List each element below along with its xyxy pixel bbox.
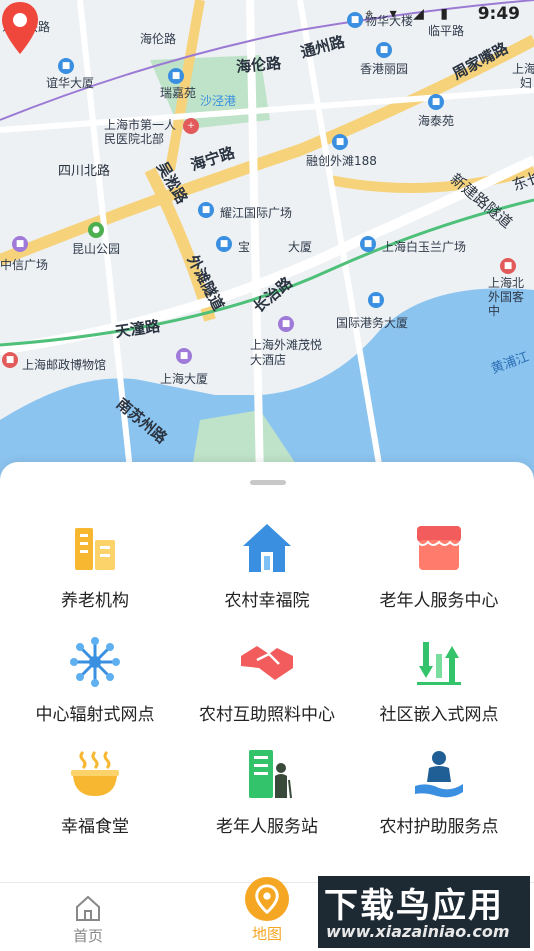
tab-home[interactable]: 首页	[43, 883, 133, 951]
poi-pin-icon[interactable]: ■	[198, 202, 214, 218]
service-label: 中心辐射式网点	[35, 705, 155, 725]
service-happiness-canteen[interactable]: 幸福食堂	[6, 746, 184, 846]
sheet-handle[interactable]	[250, 480, 286, 485]
park-icon[interactable]: ●	[88, 222, 104, 238]
tab-label: 首页	[72, 927, 103, 945]
poi-label: 中信广场	[0, 258, 49, 272]
service-label: 社区嵌入式网点	[379, 705, 499, 725]
building-icon	[75, 528, 115, 570]
hotel-icon[interactable]: ■	[176, 348, 192, 364]
poi-label: 物华大楼	[365, 14, 414, 28]
service-label: 农村幸福院	[224, 591, 310, 611]
poi-label: 瑞嘉苑	[160, 86, 197, 100]
location-marker-icon[interactable]	[0, 0, 40, 56]
hospital-icon[interactable]: +	[183, 118, 199, 134]
house-icon	[243, 524, 291, 572]
tab-label: 地图	[251, 925, 282, 943]
service-rural-happiness-home[interactable]: 农村幸福院	[178, 520, 356, 620]
poi-pin-icon[interactable]: ■	[500, 258, 516, 274]
poi-label: 融创外滩188	[306, 154, 377, 168]
poi-label: 上海北外国客中	[488, 276, 525, 318]
poi-pin-icon[interactable]: ■	[368, 292, 384, 308]
poi-pin-icon[interactable]: ■	[347, 12, 363, 28]
poi-pin-icon[interactable]: ■	[168, 68, 184, 84]
service-senior-center[interactable]: 老年人服务中心	[350, 520, 528, 620]
poi-pin-icon[interactable]: ■	[216, 236, 232, 252]
poi-label: 上海外滩茂悦大酒店	[250, 338, 323, 367]
service-label: 老年人服务中心	[379, 591, 499, 611]
service-label: 农村互助照料中心	[199, 705, 335, 725]
watermark-url: www.xiazainiao.com	[326, 922, 510, 941]
service-elderly-institution[interactable]: 养老机构	[6, 520, 184, 620]
poi-label: 国际港务大厦	[336, 316, 409, 330]
poi-label: 上海市第一人民医院北部	[104, 118, 177, 146]
poi-label: 临平路	[428, 24, 465, 38]
service-rural-care-point[interactable]: 农村护助服务点	[350, 746, 528, 846]
road-label: 四川北路	[58, 164, 111, 179]
care-hand-icon	[415, 751, 463, 798]
poi-label: 妇	[520, 76, 533, 90]
watermark-logo: 下载鸟应用 www.xiazainiao.com	[318, 876, 530, 948]
map-view[interactable]: ⌖ ▾ ◢ ▮ 9:49 东宝兴路 海伦路 ■ 物华大楼 临平路 ■ 谊华大厦 …	[0, 0, 534, 480]
status-time: 9:49	[477, 4, 520, 24]
poi-label: 上海白玉兰广场	[382, 240, 467, 254]
service-label: 养老机构	[61, 591, 129, 611]
poi-pin-icon[interactable]: ■	[332, 134, 348, 150]
poi-pin-icon[interactable]: ■	[2, 352, 18, 368]
poi-label: 海泰苑	[418, 114, 455, 128]
home-icon	[76, 895, 100, 921]
network-icon	[70, 637, 120, 687]
road-label: 海伦路	[235, 54, 282, 76]
poi-label: 大厦	[288, 240, 313, 254]
service-community-embedded[interactable]: 社区嵌入式网点	[350, 634, 528, 734]
poi-label: 上海邮政博物馆	[22, 358, 107, 372]
arrows-icon	[417, 642, 461, 685]
service-label: 幸福食堂	[61, 817, 129, 837]
poi-label: 上海大厦	[160, 372, 209, 386]
elder-station-icon	[249, 750, 292, 799]
handshake-icon	[241, 646, 293, 680]
poi-pin-icon[interactable]: ■	[428, 94, 444, 110]
service-sheet: 养老机构 农村幸福院 老年人服务中心 中心辐射式网点 农村互助照料中心 社区嵌入…	[0, 462, 534, 882]
poi-pin-icon[interactable]: ■	[360, 236, 376, 252]
service-senior-station[interactable]: 老年人服务站	[178, 746, 356, 846]
poi-label: 谊华大厦	[46, 76, 95, 90]
poi-pin-icon[interactable]: ■	[12, 236, 28, 252]
bowl-icon	[71, 750, 119, 796]
poi-label: 昆山公园	[72, 242, 121, 256]
service-radial-network[interactable]: 中心辐射式网点	[6, 634, 184, 734]
poi-label: 海伦路	[140, 32, 177, 46]
poi-label: 沙泾港	[200, 94, 237, 108]
service-rural-mutual-care[interactable]: 农村互助照料中心	[178, 634, 356, 734]
store-icon	[416, 526, 462, 570]
poi-label: 宝	[238, 240, 251, 254]
map-pin-icon	[245, 877, 289, 921]
watermark-title: 下载鸟应用	[324, 886, 504, 926]
service-label: 老年人服务站	[216, 817, 318, 837]
poi-pin-icon[interactable]: ■	[58, 58, 74, 74]
service-label: 农村护助服务点	[379, 817, 499, 837]
tab-map[interactable]: 地图	[222, 877, 312, 951]
poi-label: 香港丽园	[360, 62, 409, 76]
hotel-icon[interactable]: ■	[278, 316, 294, 332]
poi-label: 耀江国际广场	[220, 206, 293, 220]
poi-pin-icon[interactable]: ■	[376, 42, 392, 58]
